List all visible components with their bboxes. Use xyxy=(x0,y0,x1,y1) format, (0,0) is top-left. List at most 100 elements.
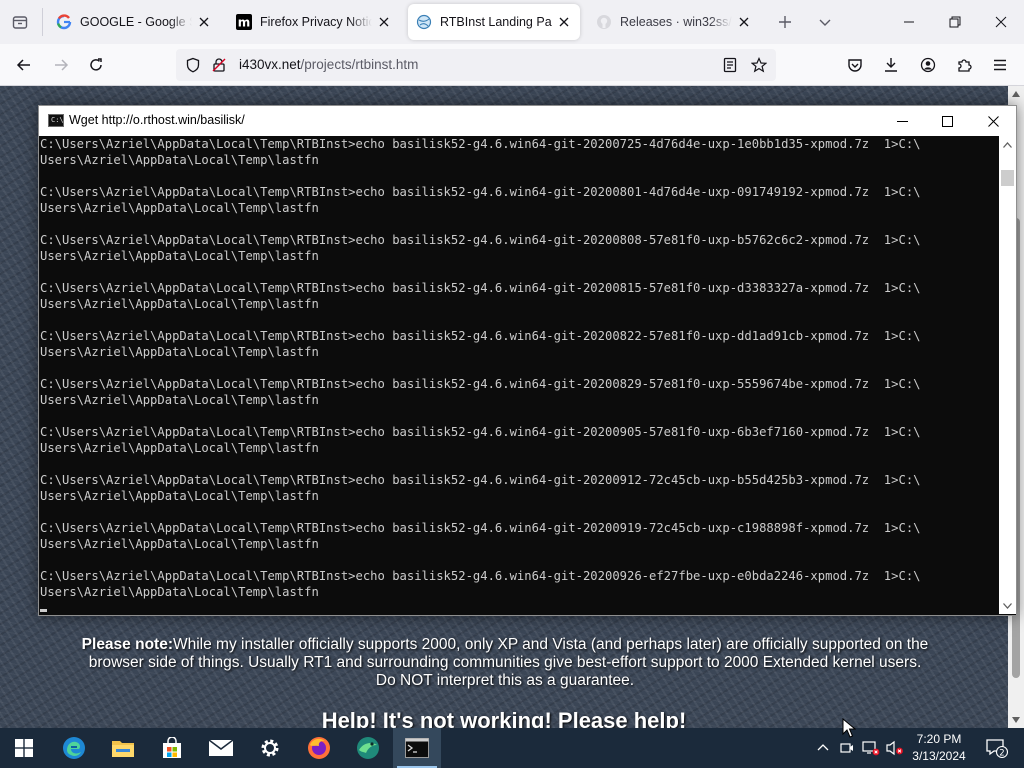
site-info-icon[interactable] xyxy=(210,56,228,74)
console-minimize-button[interactable] xyxy=(879,106,925,136)
action-center-button[interactable]: 2 xyxy=(980,728,1014,768)
back-button[interactable] xyxy=(9,50,39,80)
taskbar-settings[interactable] xyxy=(246,728,294,768)
taskbar-firefox[interactable] xyxy=(295,728,343,768)
taskbar-edge[interactable] xyxy=(50,728,98,768)
console-title-bar[interactable]: C:\ Wget http://o.rthost.win/basilisk/ xyxy=(39,106,1016,136)
clock-date: 3/13/2024 xyxy=(912,749,966,763)
arrow-right-icon xyxy=(55,59,69,71)
note-label: Please note: xyxy=(81,636,173,653)
download-icon xyxy=(885,58,897,72)
close-tab-icon[interactable] xyxy=(376,14,392,30)
firefox-view-button[interactable] xyxy=(6,8,34,36)
new-tab-button[interactable] xyxy=(771,8,799,36)
console-maximize-button[interactable] xyxy=(924,106,970,136)
console-line: Users\Azriel\AppData\Local\Temp\lastfn xyxy=(40,489,319,503)
tab-rtbinst[interactable]: RTBInst Landing Page xyxy=(408,4,580,40)
taskbar-mail[interactable] xyxy=(197,728,245,768)
restore-button[interactable] xyxy=(932,0,978,44)
scroll-up-arrow-icon[interactable] xyxy=(999,136,1016,153)
console-scrollbar[interactable] xyxy=(999,136,1016,614)
url-bar[interactable]: i430vx.net/projects/rtbinst.htm xyxy=(176,49,776,81)
console-line: Users\Azriel\AppData\Local\Temp\lastfn xyxy=(40,441,319,455)
forward-button[interactable] xyxy=(46,50,76,80)
console-line: Users\Azriel\AppData\Local\Temp\lastfn xyxy=(40,585,319,599)
console-line: C:\Users\Azriel\AppData\Local\Temp\RTBIn… xyxy=(40,569,921,583)
minimize-button[interactable] xyxy=(886,0,932,44)
command-prompt-icon: C:\ xyxy=(48,114,64,127)
tab-title: RTBInst Landing Page xyxy=(440,15,552,29)
taskbar-basilisk[interactable] xyxy=(344,728,392,768)
bookmark-star-icon[interactable] xyxy=(750,56,768,74)
mozilla-m-icon: m xyxy=(236,14,252,30)
start-button[interactable] xyxy=(0,728,48,768)
windows-logo-icon xyxy=(15,739,33,757)
account-icon xyxy=(920,57,936,73)
list-all-tabs-button[interactable] xyxy=(811,8,839,36)
close-tab-icon[interactable] xyxy=(736,14,752,30)
tab-title: GOOGLE - Google Sear xyxy=(80,15,192,29)
console-line: Users\Azriel\AppData\Local\Temp\lastfn xyxy=(40,201,319,215)
close-tab-icon[interactable] xyxy=(556,14,572,30)
notification-count: 2 xyxy=(999,749,1004,759)
console-line: C:\Users\Azriel\AppData\Local\Temp\RTBIn… xyxy=(40,473,921,487)
console-title: Wget http://o.rthost.win/basilisk/ xyxy=(69,113,245,127)
close-window-button[interactable] xyxy=(978,0,1024,44)
console-line: C:\Users\Azriel\AppData\Local\Temp\RTBIn… xyxy=(40,233,921,247)
navigation-toolbar: i430vx.net/projects/rtbinst.htm xyxy=(0,44,1024,86)
tab-releases[interactable]: Releases · win32ss/sup xyxy=(588,4,760,40)
puzzle-piece-icon xyxy=(958,59,972,72)
console-output[interactable]: C:\Users\Azriel\AppData\Local\Temp\RTBIn… xyxy=(39,136,999,614)
minimize-icon xyxy=(896,120,908,122)
command-prompt-icon xyxy=(405,738,429,758)
tab-strip: GOOGLE - Google Sear m Firefox Privacy N… xyxy=(0,0,1024,44)
tab-firefox-privacy[interactable]: m Firefox Privacy Notice - xyxy=(228,4,400,40)
tab-google[interactable]: GOOGLE - Google Sear xyxy=(48,4,220,40)
tracking-protection-shield-icon[interactable] xyxy=(184,56,202,74)
app-menu-button[interactable] xyxy=(985,50,1015,80)
chevron-down-icon xyxy=(819,19,831,26)
scroll-down-arrow-icon[interactable] xyxy=(1008,712,1024,728)
clock-time: 7:20 PM xyxy=(916,732,962,746)
reload-button[interactable] xyxy=(81,50,111,80)
close-tab-icon[interactable] xyxy=(196,14,212,30)
extensions-button[interactable] xyxy=(949,50,979,80)
reader-view-icon[interactable] xyxy=(721,56,739,74)
console-line: C:\Users\Azriel\AppData\Local\Temp\RTBIn… xyxy=(40,521,921,535)
hamburger-menu-icon xyxy=(994,59,1006,71)
volume-button[interactable] xyxy=(884,728,906,768)
console-line: Users\Azriel\AppData\Local\Temp\lastfn xyxy=(40,393,319,407)
network-button[interactable] xyxy=(860,728,882,768)
tab-list-icon xyxy=(12,16,28,29)
console-close-button[interactable] xyxy=(970,106,1016,136)
url-host: i430vx.net xyxy=(239,57,301,72)
minimize-icon xyxy=(904,21,914,23)
scroll-down-arrow-icon[interactable] xyxy=(999,597,1016,614)
camera-tray-icon xyxy=(840,743,853,753)
taskbar-store[interactable] xyxy=(148,728,196,768)
tab-title: Releases · win32ss/sup xyxy=(620,15,732,29)
folder-icon xyxy=(112,741,134,757)
console-line: C:\Users\Azriel\AppData\Local\Temp\RTBIn… xyxy=(40,137,921,151)
maximize-icon xyxy=(941,115,953,127)
console-line: C:\Users\Azriel\AppData\Local\Temp\RTBIn… xyxy=(40,425,921,439)
console-window[interactable]: C:\ Wget http://o.rthost.win/basilisk/ C… xyxy=(38,105,1017,616)
downloads-button[interactable] xyxy=(876,50,906,80)
url-text[interactable]: i430vx.net/projects/rtbinst.htm xyxy=(239,57,418,72)
scroll-up-arrow-icon[interactable] xyxy=(1008,86,1024,102)
scroll-thumb[interactable] xyxy=(1001,170,1014,186)
pocket-button[interactable] xyxy=(840,50,870,80)
taskbar-command-prompt[interactable] xyxy=(393,728,441,768)
text-cursor xyxy=(40,609,47,612)
taskbar-file-explorer[interactable] xyxy=(99,728,147,768)
mouse-pointer-icon xyxy=(842,718,856,738)
clock[interactable]: 7:20 PM 3/13/2024 xyxy=(904,731,974,765)
mail-envelope-icon xyxy=(208,739,234,756)
show-hidden-icons-button[interactable] xyxy=(812,728,834,768)
installer-support-note: Please note:While my installer officiall… xyxy=(80,636,930,690)
console-line: Users\Azriel\AppData\Local\Temp\lastfn xyxy=(40,297,319,311)
account-button[interactable] xyxy=(913,50,943,80)
